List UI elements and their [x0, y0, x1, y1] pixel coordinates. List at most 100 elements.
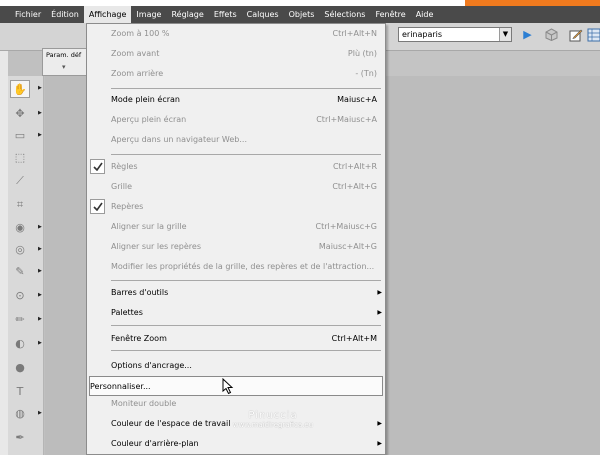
- submenu-arrow-icon: ▶: [377, 289, 382, 296]
- menu-item-shortcut: Ctrl+Alt+G: [332, 182, 377, 191]
- menu-item-label: Zoom avant: [111, 49, 160, 58]
- pan-icon[interactable]: ✋: [10, 80, 30, 98]
- crop-icon[interactable]: ⌗: [10, 196, 30, 214]
- selection-icon[interactable]: ▭: [10, 126, 30, 144]
- menu-separator: [111, 280, 381, 281]
- menu-item-label: Aperçu dans un navigateur Web...: [111, 135, 247, 144]
- fill-icon[interactable]: ◐: [10, 334, 30, 352]
- text-icon[interactable]: T: [10, 382, 30, 400]
- tool-arrow-icon[interactable]: ▶: [38, 410, 44, 416]
- menu-selections[interactable]: Sélections: [319, 6, 370, 23]
- pen-icon[interactable]: ✒: [10, 428, 30, 446]
- edit-icon[interactable]: [568, 27, 583, 42]
- menu-item-label: Zoom arrière: [111, 69, 164, 78]
- workspace-select[interactable]: erinaparis ▼: [398, 27, 512, 42]
- tool-arrow-icon[interactable]: ▶: [38, 340, 44, 346]
- menu-item-label: Couleur de l'espace de travail: [111, 419, 231, 428]
- tool-arrow-icon[interactable]: ▶: [38, 224, 44, 230]
- menu-image[interactable]: Image: [131, 6, 166, 23]
- menu-item-label: Grille: [111, 182, 133, 191]
- menu-item-docking-options[interactable]: Options d'ancrage...: [87, 356, 385, 376]
- menu-reglage[interactable]: Réglage: [166, 6, 208, 23]
- move-icon[interactable]: ✥: [10, 104, 30, 122]
- tool-arrow-icon[interactable]: ▶: [38, 268, 44, 274]
- dropper-icon[interactable]: ●: [10, 358, 30, 376]
- options-tab-label: Param. déf: [46, 51, 82, 59]
- menu-item-zoom-out[interactable]: Zoom arrière - (Tn): [87, 64, 385, 84]
- menu-item-label: Zoom à 100 %: [111, 29, 170, 38]
- menu-item-browser-preview[interactable]: Aperçu dans un navigateur Web...: [87, 130, 385, 150]
- pencil-icon[interactable]: ✏: [10, 310, 30, 328]
- menu-item-grid-properties[interactable]: Modifier les propriétés de la grille, de…: [87, 257, 385, 277]
- menu-objets[interactable]: Objets: [284, 6, 320, 23]
- menu-item-label: Aperçu plein écran: [111, 115, 187, 124]
- chevron-down-icon[interactable]: ▾: [62, 63, 84, 71]
- menu-fichier[interactable]: Fichier: [0, 6, 46, 23]
- watermark-site: www.maidiregrafica.eu: [232, 421, 314, 429]
- grid-icon[interactable]: [587, 27, 600, 42]
- checkmark-icon: [90, 199, 105, 214]
- menu-edition[interactable]: Édition: [46, 6, 84, 23]
- menu-separator: [111, 154, 381, 155]
- marquee-icon[interactable]: ⬚: [10, 148, 30, 166]
- menu-item-snap-grid[interactable]: Aligner sur la grille Ctrl+Maiusc+G: [87, 217, 385, 237]
- menu-item-toolbars[interactable]: Barres d'outils ▶: [87, 283, 385, 303]
- menu-item-shortcut: Ctrl+Maiusc+G: [315, 222, 377, 231]
- menu-item-label: Barres d'outils: [111, 288, 169, 297]
- menu-item-label: Aligner sur la grille: [111, 222, 187, 231]
- eye-icon[interactable]: ◉: [10, 218, 30, 236]
- menu-aide[interactable]: Aide: [411, 6, 439, 23]
- menubar: Fichier Édition Affichage Image Réglage …: [0, 6, 600, 23]
- menu-fenetre[interactable]: Fenêtre: [370, 6, 410, 23]
- affichage-menu: Zoom à 100 % Ctrl+Alt+N Zoom avant Plù (…: [86, 23, 386, 455]
- play-icon[interactable]: ▶: [520, 27, 535, 42]
- menu-item-shortcut: Ctrl+Alt+N: [332, 29, 377, 38]
- tool-arrow-icon[interactable]: ▶: [38, 246, 44, 252]
- menu-item-customize[interactable]: Personnaliser...: [89, 376, 383, 396]
- menu-item-zoom-in[interactable]: Zoom avant Plù (tn): [87, 44, 385, 64]
- menu-item-guides[interactable]: Repères: [87, 197, 385, 217]
- menu-item-palettes[interactable]: Palettes ▶: [87, 303, 385, 323]
- submenu-arrow-icon: ▶: [377, 420, 382, 427]
- menu-item-shortcut: Ctrl+Alt+M: [331, 334, 377, 343]
- submenu-arrow-icon: ▶: [377, 440, 382, 447]
- menu-item-shortcut: Maiusc+A: [337, 95, 377, 104]
- tool-arrow-icon[interactable]: ▶: [38, 292, 44, 298]
- shape-icon[interactable]: ◍: [10, 404, 30, 422]
- menu-item-rulers[interactable]: Règles Ctrl+Alt+R: [87, 157, 385, 177]
- menu-item-fullscreen-preview[interactable]: Aperçu plein écran Ctrl+Maiusc+A: [87, 110, 385, 130]
- workspace-value: erinaparis: [402, 30, 443, 39]
- menu-item-zoom-window[interactable]: Fenêtre Zoom Ctrl+Alt+M: [87, 329, 385, 349]
- menu-item-fullscreen[interactable]: Mode plein écran Maiusc+A: [87, 90, 385, 110]
- options-tab[interactable]: Param. déf ▾: [42, 48, 88, 76]
- menu-item-snap-guides[interactable]: Aligner sur les repères Maiusc+Alt+G: [87, 237, 385, 257]
- brush-icon[interactable]: ✎: [10, 262, 30, 280]
- menu-item-shortcut: Maiusc+Alt+G: [318, 242, 377, 251]
- menu-item-label: Aligner sur les repères: [111, 242, 201, 251]
- menu-item-grid[interactable]: Grille Ctrl+Alt+G: [87, 177, 385, 197]
- cube-icon[interactable]: [544, 27, 559, 42]
- target-icon[interactable]: ⊙: [10, 286, 30, 304]
- menu-item-zoom-100[interactable]: Zoom à 100 % Ctrl+Alt+N: [87, 24, 385, 44]
- menu-item-label: Options d'ancrage...: [111, 361, 192, 370]
- eyedropper-icon[interactable]: ⟋: [10, 172, 30, 190]
- menu-effets[interactable]: Effets: [209, 6, 242, 23]
- menu-item-background-color[interactable]: Couleur d'arrière-plan ▶: [87, 434, 385, 454]
- watermark-name: Pinuccia: [248, 410, 298, 421]
- chevron-down-icon[interactable]: ▼: [499, 28, 511, 41]
- tool-arrow-icon[interactable]: ▶: [38, 132, 44, 138]
- watermark: Pinuccia www.maidiregrafica.eu: [218, 410, 328, 429]
- tool-arrow-icon[interactable]: ▶: [38, 316, 44, 322]
- tool-arrow-icon[interactable]: ▶: [38, 85, 44, 91]
- paint-icon[interactable]: ◎: [10, 240, 30, 258]
- menu-item-label: Moniteur double: [111, 399, 177, 408]
- tools-palette: ✋ ▶ ✥ ▶ ▭ ▶ ⬚ ⟋ ⌗ ◉ ▶ ◎ ▶ ✎ ▶ ⊙ ▶ ✏ ▶ ◐ …: [8, 76, 44, 455]
- menu-affichage[interactable]: Affichage: [83, 6, 132, 23]
- menu-item-shortcut: - (Tn): [355, 69, 377, 78]
- left-edge-panel: [0, 51, 8, 455]
- tool-arrow-icon[interactable]: ▶: [38, 110, 44, 116]
- checkmark-icon: [90, 159, 105, 174]
- menu-calques[interactable]: Calques: [242, 6, 284, 23]
- menu-item-shortcut: Plù (tn): [347, 49, 377, 58]
- menu-item-shortcut: Ctrl+Alt+R: [332, 162, 377, 171]
